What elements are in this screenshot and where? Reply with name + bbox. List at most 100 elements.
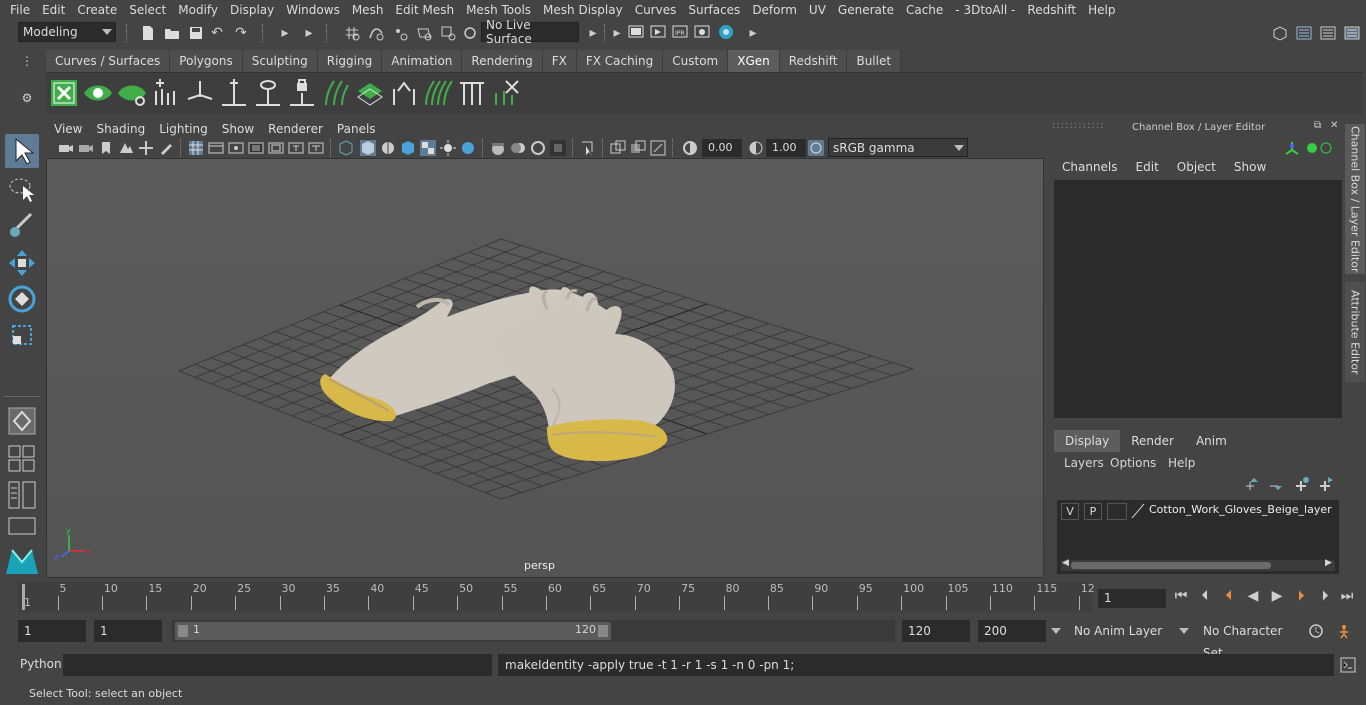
range-slider-handle[interactable]: 1 120 — [175, 622, 611, 640]
ambient-occlusion-icon[interactable] — [490, 140, 506, 156]
shelf-tab-curves-surfaces[interactable]: Curves / Surfaces — [46, 50, 171, 72]
channel-box-display-icons[interactable] — [1284, 140, 1332, 156]
menu-redshift[interactable]: Redshift — [1027, 3, 1076, 17]
xgen-editor-icon[interactable] — [48, 77, 80, 109]
color-management-icon[interactable] — [808, 140, 824, 156]
scroll-right-icon[interactable]: ▶ — [1325, 558, 1332, 568]
scrollbar-thumb[interactable] — [1071, 562, 1271, 569]
animation-preferences-icon[interactable] — [1336, 623, 1352, 639]
shadows-icon[interactable] — [460, 140, 476, 156]
render-settings-icon[interactable] — [694, 24, 710, 40]
range-end-grip[interactable] — [598, 625, 608, 637]
xgen-guide-visibility-icon[interactable] — [252, 77, 284, 109]
menu-surfaces[interactable]: Surfaces — [688, 3, 740, 17]
mode-selector[interactable]: Modeling — [18, 22, 116, 42]
layer-list-scrollbar[interactable]: ◀ ▶ — [1061, 558, 1335, 571]
bookmark-icon[interactable] — [98, 140, 114, 156]
channel-menu-show[interactable]: Show — [1234, 160, 1266, 178]
two-d-pan-icon[interactable] — [138, 140, 154, 156]
play-forwards-icon[interactable]: ▶ — [1268, 588, 1286, 604]
view-transform-dropdown[interactable]: sRGB gamma — [828, 138, 968, 157]
safe-title-icon[interactable] — [308, 140, 324, 156]
xgen-mirror-icon[interactable] — [388, 77, 420, 109]
wireframe-icon[interactable] — [338, 140, 354, 156]
step-forward-icon[interactable]: ⏵ — [1316, 588, 1334, 604]
character-set-selector[interactable]: No Character Set — [1197, 620, 1299, 660]
channel-box-area[interactable] — [1054, 180, 1342, 418]
xray-joints-icon[interactable] — [630, 140, 646, 156]
step-forward-key-icon[interactable]: ⏵ — [1292, 588, 1310, 604]
script-editor-icon[interactable] — [1340, 657, 1356, 673]
menu-deform[interactable]: Deform — [752, 3, 797, 17]
xgen-lock-guide-icon[interactable] — [286, 77, 318, 109]
new-layer-selected-icon[interactable] — [1318, 476, 1334, 492]
workspace-icon[interactable] — [1272, 25, 1288, 41]
menu-3dtoall[interactable]: - 3DtoAll - — [955, 3, 1015, 17]
layer-tab-display[interactable]: Display — [1054, 430, 1121, 452]
time-slider[interactable]: 5 10 15 20 25 30 35 40 45 50 55 60 65 70 75 80 85 90 95 100… — [18, 582, 1095, 612]
command-input[interactable] — [63, 654, 492, 676]
menu-windows[interactable]: Windows — [286, 3, 340, 17]
viewport-menu-shading[interactable]: Shading — [96, 122, 145, 136]
save-scene-icon[interactable] — [188, 25, 204, 41]
tab-channel-box-layer-editor[interactable]: Channel Box / Layer Editor — [1345, 124, 1365, 274]
paint-select-tool-button[interactable] — [5, 208, 39, 242]
exposure-field[interactable]: 0.00 — [702, 139, 742, 157]
shelf-tab-rigging[interactable]: Rigging — [317, 50, 383, 72]
channel-menu-object[interactable]: Object — [1177, 160, 1216, 178]
layer-playback-toggle[interactable]: P — [1084, 503, 1102, 520]
gamma-field[interactable]: 1.00 — [766, 139, 806, 157]
textured-icon[interactable] — [400, 140, 416, 156]
menu-cache[interactable]: Cache — [906, 3, 943, 17]
scroll-left-icon[interactable]: ◀ — [1062, 558, 1069, 568]
shelf-tab-polygons[interactable]: Polygons — [170, 50, 243, 72]
modeling-toolkit-icon[interactable] — [1296, 25, 1312, 41]
shelf-tab-fx-caching[interactable]: FX Caching — [576, 50, 664, 72]
xgen-comb-icon[interactable] — [456, 77, 488, 109]
layer-color-swatch-icon[interactable] — [1131, 503, 1145, 519]
layer-type-toggle[interactable] — [1107, 503, 1127, 520]
xgen-toggle-icon[interactable] — [116, 77, 148, 109]
scale-tool-button[interactable] — [5, 318, 39, 352]
menu-mesh[interactable]: Mesh — [352, 3, 384, 17]
shelf-tab-xgen[interactable]: XGen — [728, 50, 780, 72]
playback-end-field[interactable]: 120 — [902, 620, 970, 642]
menu-curves[interactable]: Curves — [635, 3, 677, 17]
gate-mask-icon[interactable] — [248, 140, 264, 156]
render-frame-icon[interactable] — [650, 24, 666, 40]
rotate-tool-button[interactable] — [5, 282, 39, 316]
menu-mesh-tools[interactable]: Mesh Tools — [466, 3, 531, 17]
lighting-icon[interactable] — [440, 140, 456, 156]
camera-icon[interactable] — [58, 140, 74, 156]
collapse-arrow-icon[interactable]: ▸ — [608, 25, 626, 41]
menu-file[interactable]: File — [10, 3, 30, 17]
open-scene-icon[interactable] — [164, 25, 180, 41]
collapse-arrow-icon[interactable]: ▸ — [300, 25, 318, 41]
menu-help[interactable]: Help — [1088, 3, 1115, 17]
move-tool-button[interactable] — [5, 246, 39, 280]
use-lights-icon[interactable] — [420, 140, 436, 156]
shelf-tab-rendering[interactable]: Rendering — [462, 50, 543, 72]
tab-attribute-editor[interactable]: Attribute Editor — [1345, 282, 1365, 382]
menu-generate[interactable]: Generate — [838, 3, 894, 17]
resolution-gate-icon[interactable] — [228, 140, 244, 156]
exposure-icon[interactable] — [682, 140, 698, 156]
step-back-icon[interactable]: ⏴ — [1196, 588, 1214, 604]
move-layer-down-icon[interactable] — [1268, 476, 1284, 492]
shelf-tab-bullet[interactable]: Bullet — [847, 50, 902, 72]
viewport-menu-view[interactable]: View — [54, 122, 82, 136]
layer-tab-render[interactable]: Render — [1120, 430, 1185, 452]
viewport-menu-panels[interactable]: Panels — [337, 122, 376, 136]
lasso-tool-button[interactable] — [5, 172, 39, 206]
xgen-preview-icon[interactable] — [82, 77, 114, 109]
motion-blur-icon[interactable] — [510, 140, 526, 156]
new-scene-icon[interactable] — [140, 25, 156, 41]
shelf-tab-redshift[interactable]: Redshift — [779, 50, 848, 72]
auto-key-icon[interactable] — [1308, 623, 1324, 639]
shelf-menu-icon[interactable]: ⋮ — [18, 53, 36, 69]
live-surface-field[interactable]: No Live Surface — [481, 18, 579, 46]
layer-tab-anim[interactable]: Anim — [1185, 430, 1238, 452]
xray-active-icon[interactable] — [650, 140, 666, 156]
collapse-arrow-icon[interactable]: ▸ — [744, 25, 762, 41]
snap-point-icon[interactable] — [392, 25, 408, 41]
